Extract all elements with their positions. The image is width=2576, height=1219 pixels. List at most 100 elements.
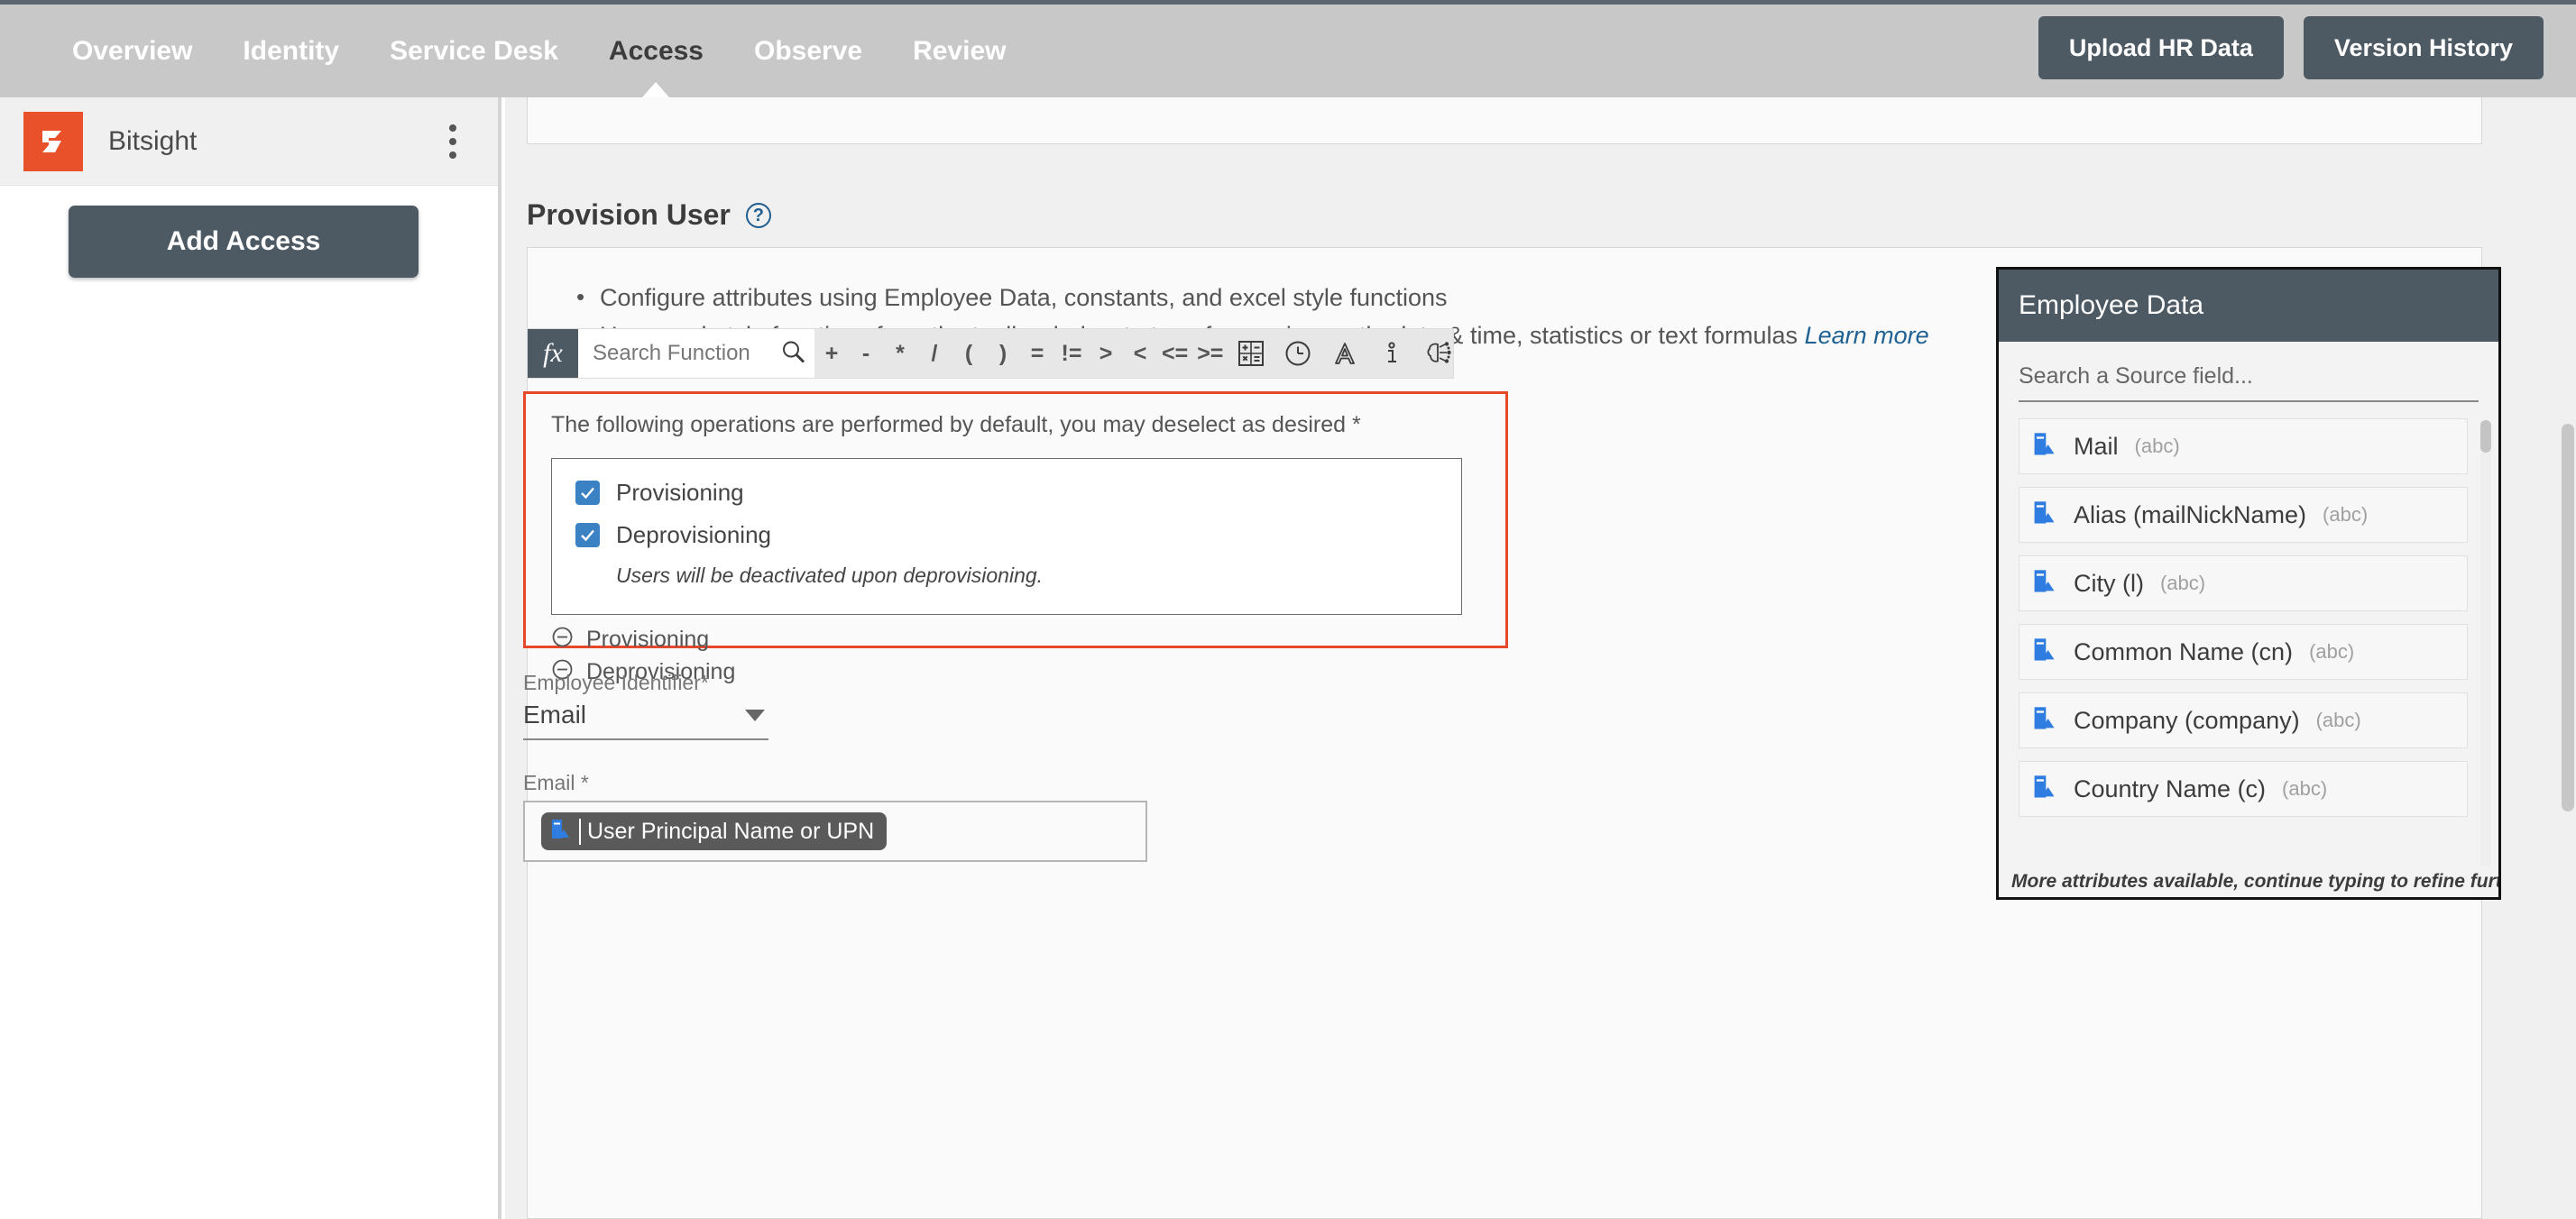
list-item[interactable]: Country Name (c) (abc) [2019, 761, 2468, 817]
attribute-name: Country Name (c) [2074, 774, 2267, 802]
employee-data-panel: Employee Data Mail (abc) Alias (mailNick… [1996, 267, 2501, 900]
attribute-name: Company (company) [2074, 706, 2300, 734]
add-access-button[interactable]: Add Access [69, 206, 419, 278]
operator-greater-than-button[interactable]: > [1089, 341, 1123, 367]
collapse-label: Provisioning [586, 626, 710, 652]
attribute-type: (abc) [2282, 777, 2328, 800]
attribute-name: Common Name (cn) [2074, 637, 2294, 665]
text-icon[interactable] [1321, 328, 1368, 379]
nav-item-label: Overview [72, 36, 193, 66]
operations-checkbox-list: Provisioning Deprovisioning Users will b… [551, 458, 1462, 615]
attribute-icon [2030, 705, 2057, 737]
math-icon[interactable] [1228, 328, 1274, 379]
upload-hr-data-button[interactable]: Upload HR Data [2038, 16, 2284, 79]
checkbox-row-provisioning[interactable]: Provisioning [575, 479, 1461, 507]
operator-minus-button[interactable]: - [849, 341, 883, 367]
collapse-row-provisioning[interactable]: Provisioning [551, 626, 1505, 653]
employee-data-search-container [1999, 342, 2498, 402]
checkbox-deprovisioning[interactable] [575, 523, 600, 547]
source-field-search-input[interactable] [2019, 363, 2479, 402]
attribute-icon [2030, 568, 2057, 600]
deprovisioning-note: Users will be deactivated upon deprovisi… [616, 564, 1044, 587]
email-label: Email * [523, 771, 589, 794]
learn-more-link[interactable]: Learn more [1805, 322, 1929, 349]
nav-item-overview[interactable]: Overview [47, 5, 217, 97]
attribute-name: Alias (mailNickName) [2074, 500, 2307, 528]
application-row[interactable]: Bitsight [0, 97, 498, 186]
help-question-icon[interactable]: ? [745, 202, 771, 228]
nav-item-service-desk[interactable]: Service Desk [364, 5, 584, 97]
attribute-token[interactable]: User Principal Name or UPN [541, 812, 888, 850]
application-name: Bitsight [108, 125, 198, 156]
operator-button-group: + - * / ( ) = != > < <= >= [814, 329, 1467, 378]
previous-section-card-stub [527, 97, 2482, 144]
checkbox-row-deprovisioning[interactable]: Deprovisioning [575, 521, 1461, 549]
operator-divide-button[interactable]: / [917, 341, 952, 367]
checkbox-provisioning[interactable] [575, 481, 600, 505]
attribute-name: Mail [2074, 432, 2119, 460]
attribute-type: (abc) [2315, 709, 2361, 731]
employee-data-list: Mail (abc) Alias (mailNickName) (abc) Ci… [1999, 413, 2498, 875]
page-scrollbar-thumb[interactable] [2562, 424, 2574, 811]
list-item[interactable]: Common Name (cn) (abc) [2019, 624, 2468, 680]
fx-function-icon[interactable]: fx [528, 329, 578, 378]
version-history-button[interactable]: Version History [2303, 16, 2544, 79]
employee-data-footer-note: More attributes available, continue typi… [1999, 866, 2498, 897]
chevron-down-icon [745, 709, 765, 721]
nav-item-label: Review [913, 36, 1007, 66]
nav-item-label: Service Desk [390, 36, 558, 66]
employee-list-scrollbar-thumb[interactable] [2480, 420, 2491, 453]
nav-item-label: Observe [754, 36, 863, 66]
page-title: Provision User [527, 198, 731, 231]
attribute-icon [2030, 637, 2057, 668]
attribute-token-label: User Principal Name or UPN [579, 818, 874, 845]
attribute-icon [548, 818, 572, 846]
operator-less-than-button[interactable]: < [1123, 341, 1157, 367]
nav-item-label: Identity [243, 36, 340, 66]
function-toolbar: fx + - * / ( ) = != > < <= >= [527, 328, 1454, 379]
attribute-type: (abc) [2134, 435, 2180, 457]
attribute-icon [2030, 500, 2057, 531]
operator-equals-button[interactable]: = [1020, 341, 1054, 367]
operator-open-paren-button[interactable]: ( [952, 341, 986, 367]
operator-close-paren-button[interactable]: ) [986, 341, 1020, 367]
add-access-container: Add Access [0, 186, 498, 278]
list-item[interactable]: Mail (abc) [2019, 418, 2468, 474]
operator-less-equal-button[interactable]: <= [1157, 341, 1192, 367]
attribute-name: City (l) [2074, 569, 2144, 597]
nav-action-buttons: Upload HR Data Version History [2038, 16, 2544, 79]
nav-item-access[interactable]: Access [584, 5, 729, 97]
operator-multiply-button[interactable]: * [883, 341, 917, 367]
operations-caption: The following operations are performed b… [551, 412, 1361, 437]
bitsight-logo-icon [23, 111, 83, 171]
list-item[interactable]: Company (company) (abc) [2019, 692, 2468, 748]
operator-greater-equal-button[interactable]: >= [1192, 341, 1228, 367]
employee-list-scrollbar-track[interactable] [2480, 420, 2491, 871]
employee-identifier-value: Email [523, 701, 587, 729]
operator-plus-button[interactable]: + [814, 341, 849, 367]
nav-item-observe[interactable]: Observe [729, 5, 888, 97]
left-sidebar: Bitsight Add Access [0, 97, 501, 1219]
search-function-input[interactable] [578, 329, 814, 378]
list-item[interactable]: City (l) (abc) [2019, 555, 2468, 611]
nav-item-list: Overview Identity Service Desk Access Ob… [0, 5, 1031, 97]
email-input[interactable]: User Principal Name or UPN [523, 801, 1147, 862]
bullet-text: Configure attributes using Employee Data… [600, 284, 1448, 311]
default-operations-block: The following operations are performed b… [523, 391, 1508, 684]
list-item[interactable]: Alias (mailNickName) (abc) [2019, 487, 2468, 543]
info-icon[interactable] [1368, 328, 1415, 379]
operator-not-equals-button[interactable]: != [1054, 341, 1089, 367]
clock-icon[interactable] [1274, 328, 1321, 379]
ai-brain-icon[interactable] [1415, 328, 1462, 379]
top-navigation-bar: Overview Identity Service Desk Access Ob… [0, 0, 2576, 97]
employee-identifier-select[interactable]: Email [523, 701, 768, 740]
nav-item-identity[interactable]: Identity [217, 5, 364, 97]
main-content-area: Provision User ? Configure attributes us… [505, 97, 2576, 1219]
nav-item-review[interactable]: Review [888, 5, 1031, 97]
provision-form: Employee Identifier* Email Email * User … [523, 671, 1696, 862]
nav-item-label: Access [608, 36, 704, 66]
circle-minus-icon[interactable] [551, 626, 574, 653]
more-options-icon[interactable] [444, 119, 462, 164]
checkbox-label: Provisioning [616, 479, 744, 506]
function-search-container [578, 329, 814, 378]
